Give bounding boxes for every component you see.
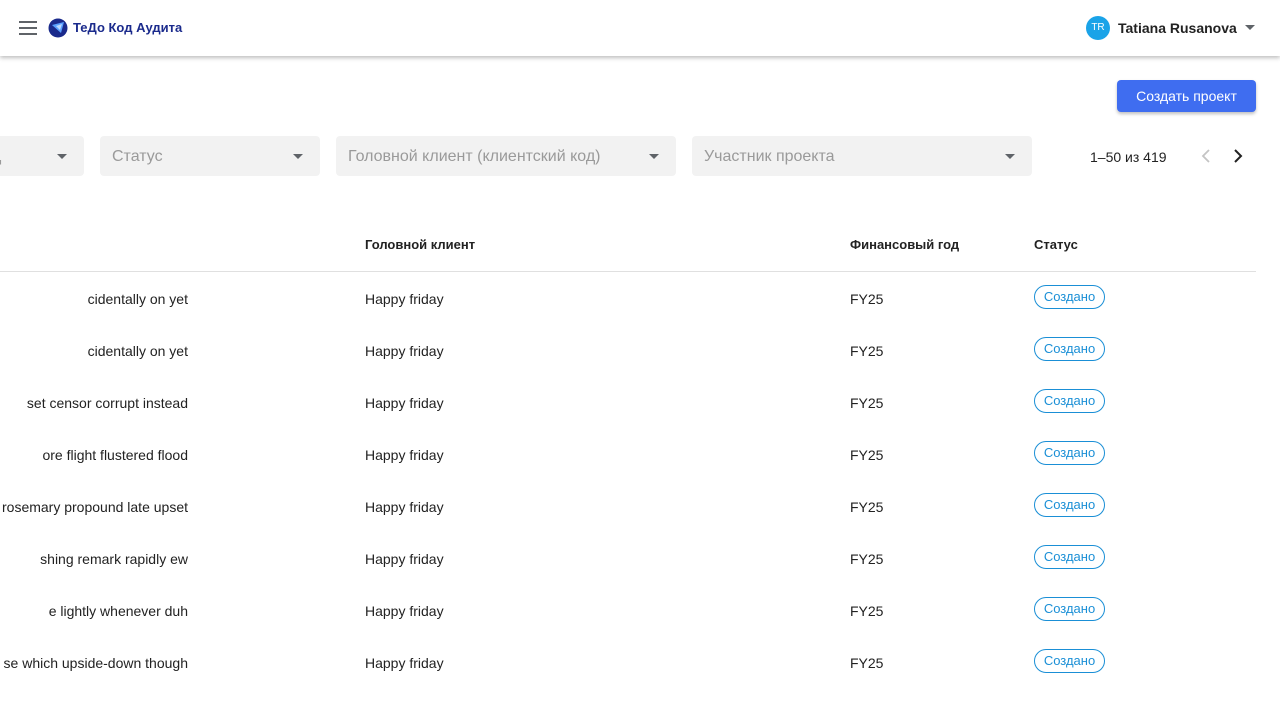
fiscal-year: FY25 xyxy=(850,291,884,307)
fiscal-year: FY25 xyxy=(850,447,884,463)
table-row[interactable]: rosemary propound late upset Happy frida… xyxy=(0,480,1256,532)
menu-icon[interactable] xyxy=(16,16,40,40)
avatar: TR xyxy=(1086,16,1110,40)
chevron-down-icon xyxy=(57,154,67,159)
project-name: shing remark rapidly ew xyxy=(40,551,188,567)
table-row[interactable]: cidentally on yet Happy friday FY25 Созд… xyxy=(0,324,1256,376)
project-name: se which upside-down though xyxy=(3,655,188,671)
table-row[interactable]: se which upside-down though Happy friday… xyxy=(0,636,1256,688)
fiscal-year: FY25 xyxy=(850,655,884,671)
chevron-down-icon xyxy=(1005,154,1015,159)
head-client: Happy friday xyxy=(365,551,444,567)
head-client: Happy friday xyxy=(365,395,444,411)
create-project-button[interactable]: Создать проект xyxy=(1117,80,1256,112)
chevron-down-icon xyxy=(293,154,303,159)
head-client: Happy friday xyxy=(365,655,444,671)
status-badge: Создано xyxy=(1034,545,1105,569)
table-row[interactable]: ore flight flustered flood Happy friday … xyxy=(0,428,1256,480)
filter-label: Статус xyxy=(112,148,163,165)
filter-label: Участник проекта xyxy=(704,148,835,165)
project-name: set censor corrupt instead xyxy=(26,395,188,411)
table-row[interactable]: set censor corrupt instead Happy friday … xyxy=(0,376,1256,428)
project-name: rosemary propound late upset xyxy=(2,499,188,515)
filter-code-select[interactable]: д xyxy=(0,136,84,176)
fiscal-year: FY25 xyxy=(850,395,884,411)
status-badge: Создано xyxy=(1034,285,1105,309)
filter-head-client-select[interactable]: Головной клиент (клиентский код) xyxy=(336,136,676,176)
table-row[interactable]: e lightly whenever duh Happy friday FY25… xyxy=(0,584,1256,636)
head-client: Happy friday xyxy=(365,291,444,307)
head-client: Happy friday xyxy=(365,343,444,359)
status-badge: Создано xyxy=(1034,389,1105,413)
status-badge: Создано xyxy=(1034,493,1105,517)
app-bar: ТеДо Код Аудита TR Tatiana Rusanova xyxy=(0,0,1280,56)
status-badge: Создано xyxy=(1034,337,1105,361)
chevron-left-icon[interactable] xyxy=(1194,144,1218,168)
project-name: e lightly whenever duh xyxy=(48,603,188,619)
fiscal-year: FY25 xyxy=(850,603,884,619)
chevron-right-icon[interactable] xyxy=(1226,144,1250,168)
filter-status-select[interactable]: Статус xyxy=(100,136,320,176)
chevron-down-icon xyxy=(649,154,659,159)
column-header-status[interactable]: Статус xyxy=(1034,237,1078,252)
table-row[interactable]: cidentally on yet Happy friday FY25 Созд… xyxy=(0,272,1256,324)
head-client: Happy friday xyxy=(365,603,444,619)
project-name: cidentally on yet xyxy=(87,291,188,307)
head-client: Happy friday xyxy=(365,447,444,463)
logo-icon xyxy=(48,18,68,38)
column-header-fiscal-year[interactable]: Финансовый год xyxy=(850,237,959,252)
status-badge: Создано xyxy=(1034,441,1105,465)
filter-label: д xyxy=(0,148,1,166)
filter-project-member-select[interactable]: Участник проекта xyxy=(692,136,1032,176)
app-title[interactable]: ТеДо Код Аудита xyxy=(73,20,182,35)
user-name: Tatiana Rusanova xyxy=(1118,20,1237,36)
project-name: ore flight flustered flood xyxy=(42,447,188,463)
chevron-down-icon xyxy=(1245,25,1255,30)
fiscal-year: FY25 xyxy=(850,499,884,515)
column-header-client[interactable]: Головной клиент xyxy=(365,237,475,252)
pagination-range: 1–50 из 419 xyxy=(1090,149,1167,165)
filter-label: Головной клиент (клиентский код) xyxy=(348,148,601,165)
status-badge: Создано xyxy=(1034,597,1105,621)
fiscal-year: FY25 xyxy=(850,551,884,567)
head-client: Happy friday xyxy=(365,499,444,515)
status-badge: Создано xyxy=(1034,649,1105,673)
user-menu[interactable]: TR Tatiana Rusanova xyxy=(1086,16,1266,40)
project-name: cidentally on yet xyxy=(87,343,188,359)
table-row[interactable]: shing remark rapidly ew Happy friday FY2… xyxy=(0,532,1256,584)
fiscal-year: FY25 xyxy=(850,343,884,359)
